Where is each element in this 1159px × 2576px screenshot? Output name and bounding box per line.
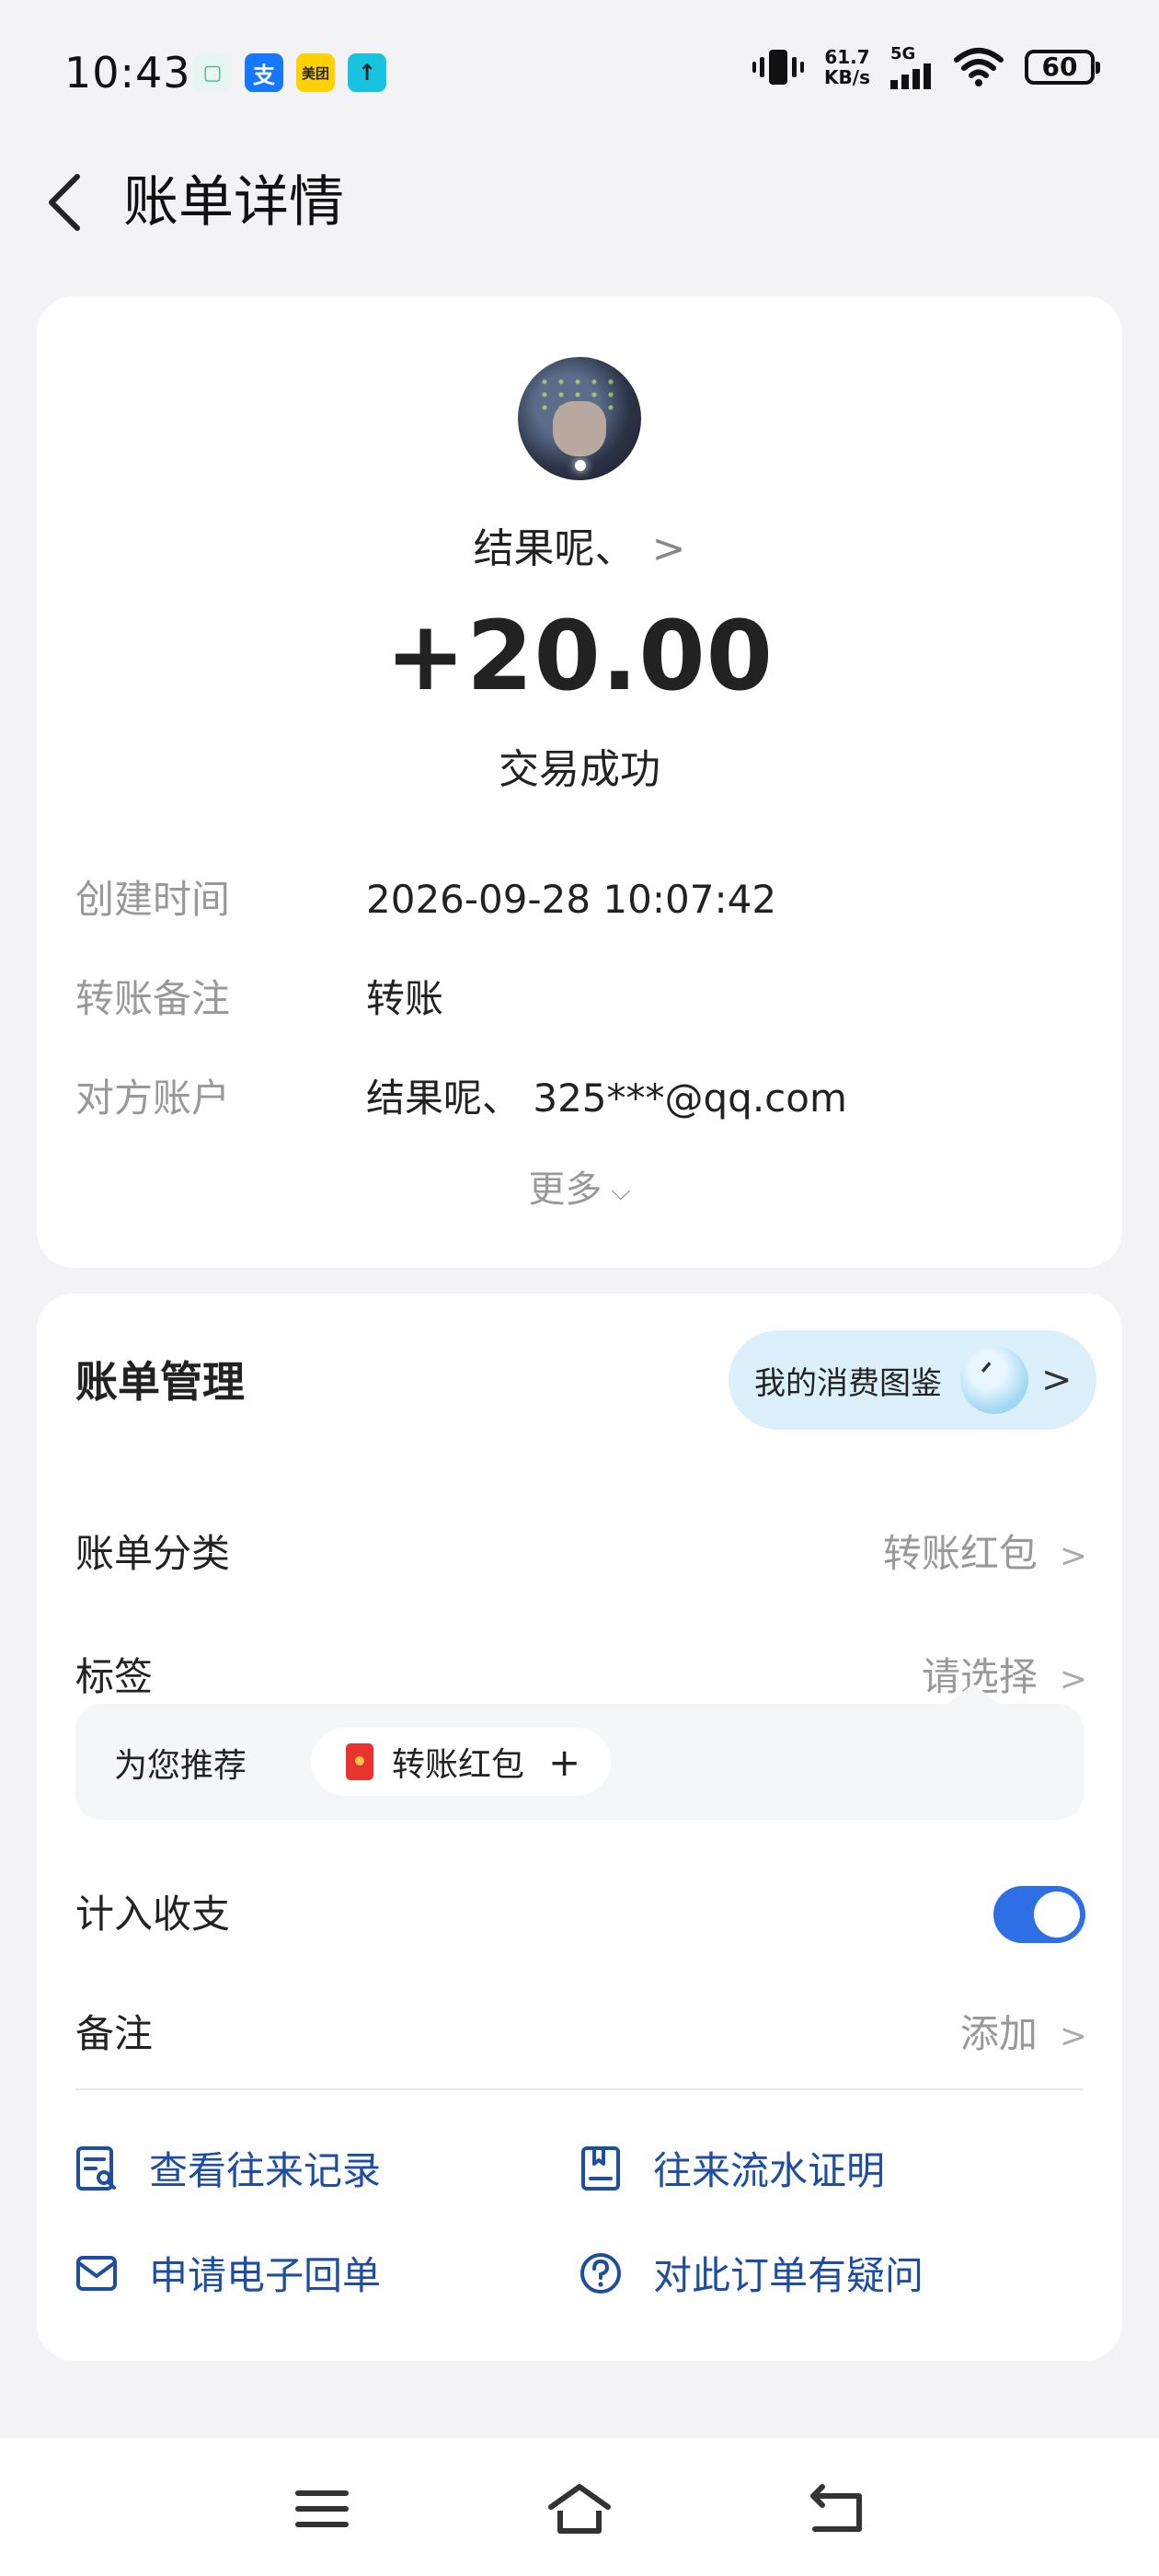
statement-proof-button[interactable]: 往来流水证明 <box>580 2140 885 2196</box>
bill-category-value-wrap: 转账红包 > <box>883 1522 1087 1589</box>
e-receipt-label: 申请电子回单 <box>149 2253 382 2298</box>
detail-value: 转账 <box>366 976 444 1021</box>
page-title: 账单详情 <box>123 170 344 235</box>
bill-category-label: 账单分类 <box>75 1531 231 1576</box>
chevron-left-icon <box>49 174 80 231</box>
note-value-wrap: 添加 > <box>960 2002 1087 2069</box>
records-search-icon <box>76 2145 116 2191</box>
meituan-app-icon: 美团 <box>296 53 335 92</box>
consumption-guide-label: 我的消费图鉴 <box>754 1364 942 1402</box>
detail-row-account: 对方账户 结果呢、 325***@qq.com <box>75 1071 1087 1126</box>
toggle-knob <box>1034 1892 1080 1938</box>
chevron-right-icon: > <box>651 525 686 572</box>
tag-value-wrap: 请选择 > <box>922 1645 1087 1712</box>
home-button[interactable] <box>543 2477 616 2541</box>
cell-signal: 5G <box>890 44 933 89</box>
include-in-balance-toggle[interactable] <box>993 1886 1085 1943</box>
more-button[interactable]: 更多 ⌵ <box>37 1159 1122 1213</box>
mascot-icon <box>960 1346 1028 1414</box>
system-navigation-bar <box>0 2438 1159 2576</box>
network-speed-value: 61.7 <box>824 45 870 68</box>
vibrate-icon <box>752 49 805 85</box>
avatar-light <box>575 460 586 471</box>
recommended-tag-chip[interactable]: 转账红包 + <box>311 1728 611 1796</box>
chevron-right-icon: > <box>1041 1359 1073 1401</box>
e-receipt-button[interactable]: 申请电子回单 <box>75 2245 381 2301</box>
note-label: 备注 <box>75 2011 154 2056</box>
signal-bars-icon <box>890 63 931 89</box>
avatar-face <box>553 401 606 456</box>
bill-category-value: 转账红包 <box>882 1531 1038 1576</box>
recommend-label: 为您推荐 <box>114 1747 247 1785</box>
network-speed-unit: KB/s <box>824 65 870 88</box>
chevron-right-icon: > <box>1059 2018 1087 2055</box>
upload-app-icon: ↑ <box>348 53 386 92</box>
wifi-icon <box>954 47 1004 86</box>
more-label: 更多 <box>528 1168 602 1211</box>
home-icon <box>548 2484 611 2534</box>
bill-category-row[interactable]: 账单分类 转账红包 > <box>75 1522 1087 1586</box>
note-row[interactable]: 备注 添加 > <box>75 2002 1087 2066</box>
plus-icon: + <box>548 1739 581 1785</box>
detail-row-remark: 转账备注 转账 <box>75 972 1087 1027</box>
view-records-button[interactable]: 查看往来记录 <box>75 2140 381 2196</box>
bill-management-card: 账单管理 我的消费图鉴 > 账单分类 转账红包 > 标签 请选择> 为您推荐 转账… <box>37 1294 1122 2361</box>
tag-label: 标签 <box>75 1654 154 1699</box>
mail-receipt-icon <box>76 2255 117 2291</box>
status-time: 10:43 <box>64 48 191 98</box>
counterparty-name: 结果呢、 <box>473 525 636 572</box>
page-header: 账单详情 <box>0 147 1159 258</box>
include-in-balance-label: 计入收支 <box>75 1892 231 1937</box>
network-type: 5G <box>890 44 916 63</box>
statement-proof-icon <box>581 2145 620 2191</box>
chevron-down-icon: ⌵ <box>611 1176 631 1206</box>
include-in-balance-row: 计入收支 <box>75 1882 1087 1947</box>
detail-key: 创建时间 <box>75 877 231 922</box>
back-button[interactable] <box>37 167 92 237</box>
detail-key: 对方账户 <box>75 1075 231 1121</box>
detail-value: 2026-09-28 10:07:42 <box>366 877 777 922</box>
menu-icon <box>295 2490 349 2527</box>
battery-icon: 60 <box>1025 49 1100 85</box>
back-nav-button[interactable] <box>800 2477 874 2541</box>
menu-button[interactable] <box>285 2477 359 2541</box>
recommended-tag-label: 转账红包 <box>392 1746 525 1784</box>
section-title: 账单管理 <box>75 1357 245 1407</box>
divider <box>75 2088 1084 2090</box>
red-envelope-icon <box>346 1743 373 1780</box>
detail-key: 转账备注 <box>75 976 231 1021</box>
detail-value: 结果呢、 325***@qq.com <box>366 1075 847 1121</box>
network-speed: 61.7 KB/s <box>824 47 870 87</box>
tag-row[interactable]: 标签 请选择 > <box>75 1645 1087 1709</box>
transaction-card: 结果呢、 > +20.00 交易成功 创建时间 2026-09-28 10:07:… <box>37 296 1122 1268</box>
battery-level: 60 <box>1041 52 1078 82</box>
detail-row-created-time: 创建时间 2026-09-28 10:07:42 <box>75 872 1087 927</box>
status-app-icons: ▢ 支 美团 ↑ <box>193 53 386 92</box>
status-indicators: 61.7 KB/s 5G 60 <box>752 44 1100 89</box>
back-arrow-icon <box>810 2484 862 2532</box>
tag-recommendation-box: 为您推荐 转账红包 + <box>75 1684 1084 1820</box>
question-icon <box>580 2252 621 2294</box>
order-question-button[interactable]: 对此订单有疑问 <box>580 2245 924 2301</box>
chevron-right-icon: > <box>1059 1537 1087 1575</box>
transaction-status: 交易成功 <box>499 746 660 793</box>
note-value: 添加 <box>959 2011 1038 2056</box>
avatar[interactable] <box>518 357 641 480</box>
counterparty-name-row[interactable]: 结果呢、 > <box>37 515 1122 574</box>
transaction-amount: +20.00 <box>384 600 775 712</box>
chevron-right-icon: > <box>1059 1661 1087 1698</box>
view-records-label: 查看往来记录 <box>149 2148 382 2193</box>
consumption-guide-button[interactable]: 我的消费图鉴 > <box>729 1330 1096 1430</box>
statement-proof-label: 往来流水证明 <box>653 2148 886 2193</box>
order-question-label: 对此订单有疑问 <box>653 2253 924 2298</box>
message-app-icon: ▢ <box>193 53 232 92</box>
status-bar: 10:43 ▢ 支 美团 ↑ 61.7 KB/s 5G 60 <box>0 0 1159 147</box>
alipay-app-icon: 支 <box>245 53 283 92</box>
